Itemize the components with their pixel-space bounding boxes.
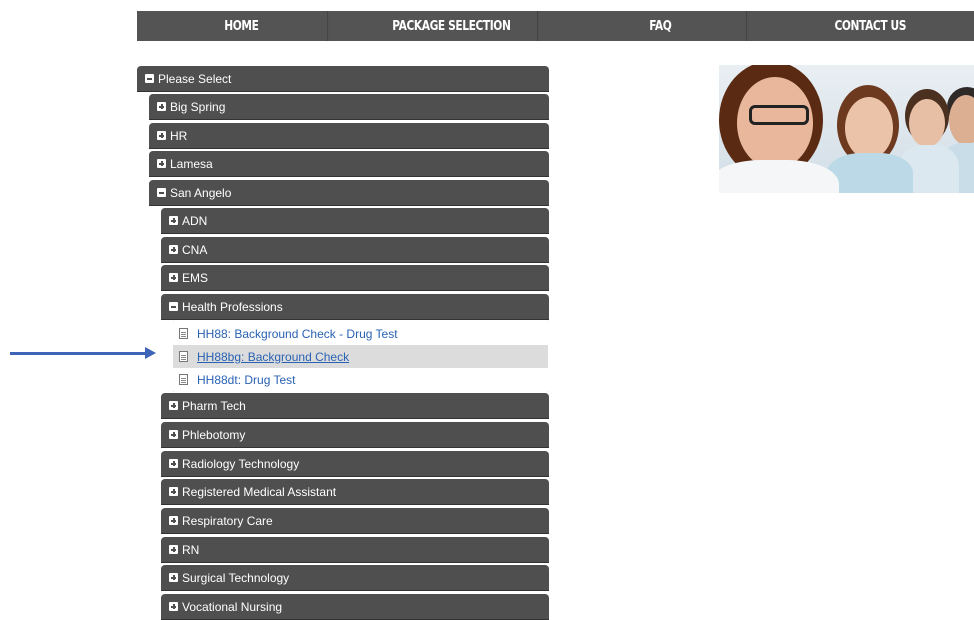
minus-square-icon bbox=[145, 74, 154, 83]
plus-square-icon bbox=[169, 245, 178, 254]
person-shape bbox=[827, 153, 913, 193]
nav-package-selection[interactable]: PACKAGE SELECTION bbox=[365, 11, 538, 41]
package-link-hh88bg[interactable]: HH88bg: Background Check bbox=[173, 345, 548, 368]
person-shape bbox=[845, 97, 893, 159]
tree-node-registered-medical-assistant[interactable]: Registered Medical Assistant bbox=[161, 479, 549, 505]
tree-node-cna[interactable]: CNA bbox=[161, 237, 549, 263]
plus-square-icon bbox=[157, 102, 166, 111]
tree-node-label: Pharm Tech bbox=[182, 398, 246, 413]
tree-root-please-select[interactable]: Please Select bbox=[137, 66, 549, 92]
plus-square-icon bbox=[169, 459, 178, 468]
document-icon bbox=[179, 328, 188, 339]
tree-node-label: Lamesa bbox=[170, 156, 213, 171]
nav-faq[interactable]: FAQ bbox=[575, 11, 747, 41]
plus-square-icon bbox=[157, 159, 166, 168]
tree-node-label: CNA bbox=[182, 242, 208, 257]
tree-node-label: Please Select bbox=[158, 71, 232, 86]
medical-staff-photo bbox=[719, 65, 974, 193]
plus-square-icon bbox=[169, 516, 178, 525]
person-shape bbox=[909, 99, 945, 147]
plus-square-icon bbox=[169, 273, 178, 282]
package-link-hh88dt[interactable]: HH88dt: Drug Test bbox=[173, 368, 548, 391]
arrow-head bbox=[145, 347, 156, 359]
tree-node-rn[interactable]: RN bbox=[161, 537, 549, 563]
tree-node-surgical-technology[interactable]: Surgical Technology bbox=[161, 565, 549, 591]
tree-node-label: San Angelo bbox=[170, 185, 232, 200]
plus-square-icon bbox=[169, 545, 178, 554]
package-link-label[interactable]: HH88: Background Check - Drug Test bbox=[197, 327, 398, 341]
tree-node-label: Big Spring bbox=[170, 99, 226, 114]
arrow-shaft bbox=[10, 352, 148, 355]
document-icon bbox=[179, 374, 188, 385]
glasses-shape bbox=[749, 105, 809, 125]
plus-square-icon bbox=[169, 602, 178, 611]
tree-node-label: Radiology Technology bbox=[182, 456, 300, 471]
tree-node-label: Respiratory Care bbox=[182, 513, 273, 528]
plus-square-icon bbox=[157, 131, 166, 140]
tree-node-ems[interactable]: EMS bbox=[161, 265, 549, 291]
tree-node-label: Registered Medical Assistant bbox=[182, 484, 337, 499]
tree-node-label: HR bbox=[170, 128, 188, 143]
tree-node-label: RN bbox=[182, 542, 200, 557]
tree-node-label: Phlebotomy bbox=[182, 427, 246, 442]
minus-square-icon bbox=[157, 188, 166, 197]
tree-node-label: Surgical Technology bbox=[182, 570, 290, 585]
top-nav: HOME PACKAGE SELECTION FAQ CONTACT US bbox=[137, 11, 974, 41]
tree-node-hr[interactable]: HR bbox=[149, 123, 549, 149]
person-shape bbox=[719, 160, 839, 193]
tree-node-label: ADN bbox=[182, 213, 208, 228]
minus-square-icon bbox=[169, 302, 178, 311]
tree-node-radiology-technology[interactable]: Radiology Technology bbox=[161, 451, 549, 477]
tree-node-vocational-nursing[interactable]: Vocational Nursing bbox=[161, 594, 549, 620]
tree-node-health-professions[interactable]: Health Professions bbox=[161, 294, 549, 320]
plus-square-icon bbox=[169, 216, 178, 225]
package-link-hh88[interactable]: HH88: Background Check - Drug Test bbox=[173, 322, 548, 345]
tree-node-respiratory-care[interactable]: Respiratory Care bbox=[161, 508, 549, 534]
tree-node-label: EMS bbox=[182, 270, 209, 285]
plus-square-icon bbox=[169, 573, 178, 582]
plus-square-icon bbox=[169, 401, 178, 410]
tree-node-label: Vocational Nursing bbox=[182, 599, 283, 614]
person-shape bbox=[949, 95, 974, 145]
tree-node-pharm-tech[interactable]: Pharm Tech bbox=[161, 393, 549, 419]
package-link-label[interactable]: HH88bg: Background Check bbox=[197, 350, 349, 364]
nav-home[interactable]: HOME bbox=[156, 11, 328, 41]
package-link-label[interactable]: HH88dt: Drug Test bbox=[197, 373, 296, 387]
tree-node-label: Health Professions bbox=[182, 299, 283, 314]
tree-node-san-angelo[interactable]: San Angelo bbox=[149, 180, 549, 206]
plus-square-icon bbox=[169, 430, 178, 439]
tree-node-phlebotomy[interactable]: Phlebotomy bbox=[161, 422, 549, 448]
tree-node-big-spring[interactable]: Big Spring bbox=[149, 94, 549, 120]
nav-contact-us[interactable]: CONTACT US bbox=[784, 11, 955, 41]
tree-node-lamesa[interactable]: Lamesa bbox=[149, 151, 549, 177]
tree-node-adn[interactable]: ADN bbox=[161, 208, 549, 234]
document-icon bbox=[179, 351, 188, 362]
plus-square-icon bbox=[169, 487, 178, 496]
